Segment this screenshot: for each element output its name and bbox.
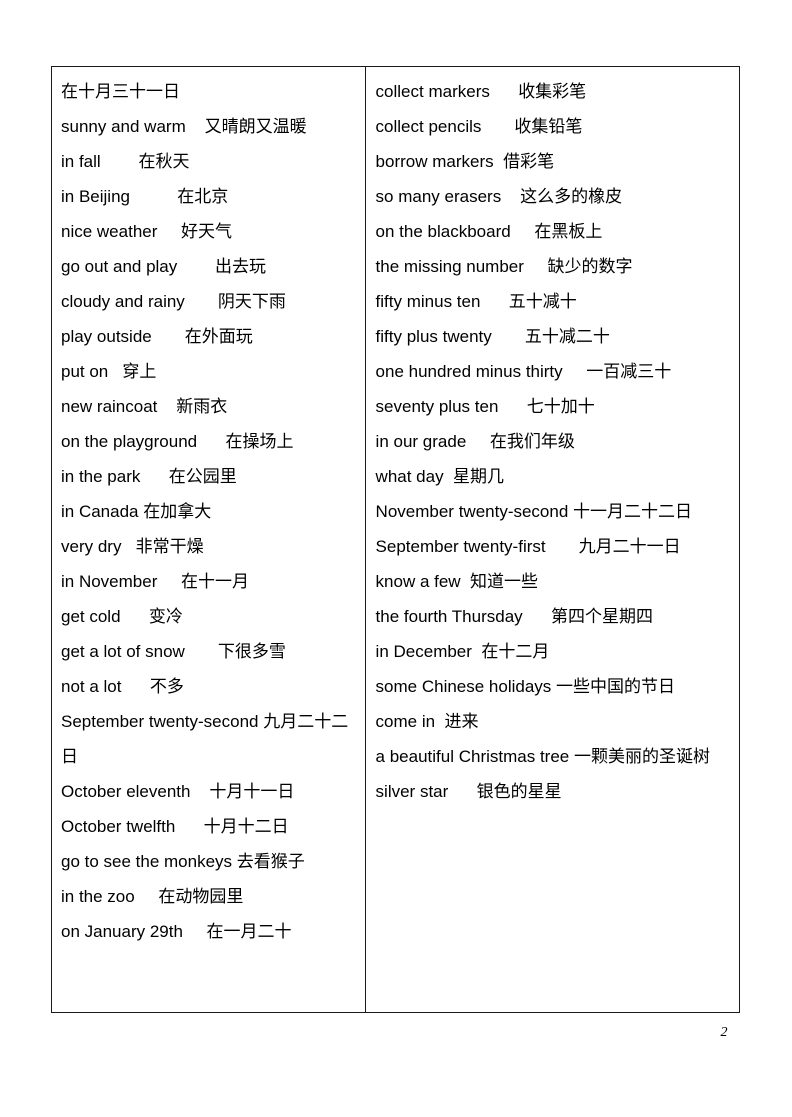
vocabulary-entry: one hundred minus thirty 一百减三十	[375, 362, 672, 381]
vocabulary-entry: cloudy and rainy 阴天下雨	[61, 292, 286, 311]
vocabulary-entry: what day 星期几	[375, 467, 505, 486]
vocabulary-entry: the missing number 缺少的数字	[375, 257, 633, 276]
vocabulary-entry: November twenty-second 十一月二十二日	[375, 502, 693, 521]
vocabulary-entry: in the zoo 在动物园里	[61, 887, 244, 906]
vocabulary-entry: some Chinese holidays 一些中国的节日	[375, 677, 676, 696]
vocabulary-entry: borrow markers 借彩笔	[375, 152, 555, 171]
vocabulary-entry: in our grade 在我们年级	[375, 432, 575, 451]
vocabulary-entry: very dry 非常干燥	[61, 537, 204, 556]
vocabulary-entry: sunny and warm 又晴朗又温暖	[61, 117, 307, 136]
vocabulary-table: 在十月三十一日 sunny and warm 又晴朗又温暖 in fall 在秋天 i…	[51, 66, 740, 1013]
vocabulary-entry: in the park 在公园里	[61, 467, 237, 486]
vocabulary-entry: know a few 知道一些	[375, 572, 539, 591]
vocabulary-entry: get cold 变冷	[61, 607, 183, 626]
vocabulary-entry: September twenty-first 九月二十一日	[375, 537, 681, 556]
vocabulary-entry: the fourth Thursday 第四个星期四	[375, 607, 653, 626]
vocabulary-entry: nice weather 好天气	[61, 222, 233, 241]
vocabulary-entry: come in 进来	[375, 712, 479, 731]
vocabulary-entry: on January 29th 在一月二十	[61, 922, 292, 941]
vocabulary-entry: a beautiful Christmas tree 一颗美丽的圣诞树	[375, 747, 710, 766]
vocabulary-entry: September twenty-second 九月二十二日	[61, 712, 349, 766]
page-number: 2	[720, 1025, 728, 1040]
vocabulary-entry: in fall 在秋天	[61, 152, 190, 171]
vocabulary-entry: go out and play 出去玩	[61, 257, 267, 276]
vocabulary-entry: on the blackboard 在黑板上	[375, 222, 603, 241]
vocabulary-entry: fifty plus twenty 五十减二十	[375, 327, 610, 346]
vocabulary-entry: new raincoat 新雨衣	[61, 397, 228, 416]
vocabulary-entry: collect pencils 收集铅笔	[375, 117, 583, 136]
vocabulary-entry: collect markers 收集彩笔	[375, 82, 587, 101]
vocabulary-entry: October eleventh 十月十一日	[61, 782, 295, 801]
vocabulary-column-right: collect markers 收集彩笔 collect pencils 收集铅笔…	[366, 67, 739, 1012]
vocabulary-entry: get a lot of snow 下很多雪	[61, 642, 286, 661]
vocabulary-entry: play outside 在外面玩	[61, 327, 253, 346]
vocabulary-entry: not a lot 不多	[61, 677, 184, 696]
vocabulary-entry: seventy plus ten 七十加十	[375, 397, 595, 416]
vocabulary-entry: in November 在十一月	[61, 572, 249, 591]
vocabulary-entry: so many erasers 这么多的橡皮	[375, 187, 623, 206]
vocabulary-entry: on the playground 在操场上	[61, 432, 294, 451]
document-page: 在十月三十一日 sunny and warm 又晴朗又温暖 in fall 在秋天 i…	[0, 0, 792, 1117]
vocabulary-entry: in Canada 在加拿大	[61, 502, 212, 521]
vocabulary-entry: put on 穿上	[61, 362, 157, 381]
vocabulary-entry: 在十月三十一日	[61, 82, 180, 101]
vocabulary-entry: in December 在十二月	[375, 642, 550, 661]
vocabulary-entry: October twelfth 十月十二日	[61, 817, 289, 836]
vocabulary-entry: silver star 银色的星星	[375, 782, 562, 801]
vocabulary-entry: go to see the monkeys 去看猴子	[61, 852, 305, 871]
vocabulary-entry: fifty minus ten 五十减十	[375, 292, 577, 311]
vocabulary-column-left: 在十月三十一日 sunny and warm 又晴朗又温暖 in fall 在秋天 i…	[52, 67, 366, 1012]
vocabulary-entry: in Beijing 在北京	[61, 187, 229, 206]
